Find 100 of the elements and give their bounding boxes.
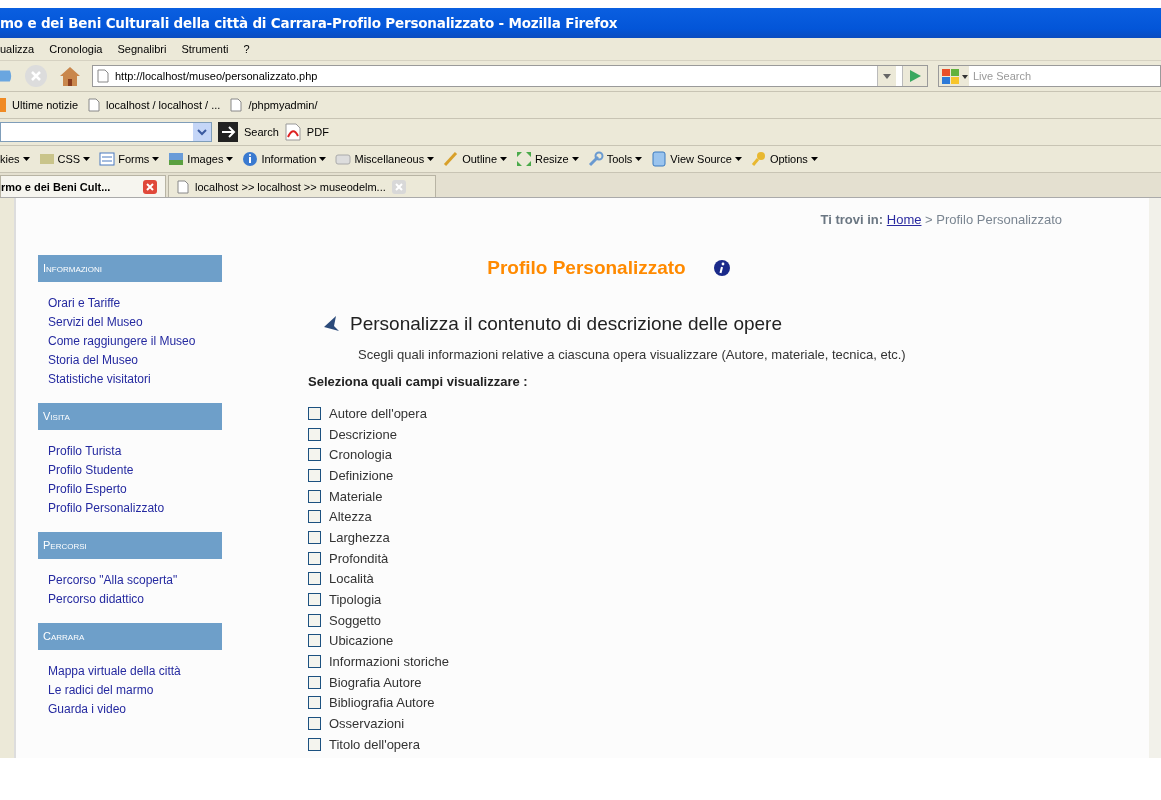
address-bar[interactable]: http://localhost/museo/personalizzato.php — [92, 65, 928, 87]
menu-item[interactable]: Segnalibri — [117, 43, 167, 55]
checkbox[interactable] — [308, 427, 321, 441]
close-icon[interactable] — [143, 179, 157, 194]
menu-item[interactable]: Strumenti — [181, 43, 229, 55]
menu-item[interactable]: ualizza — [0, 43, 35, 55]
caret-icon — [810, 157, 818, 161]
search-button[interactable]: Search — [244, 126, 279, 138]
tab[interactable]: rmo e dei Beni Cult... — [0, 175, 166, 197]
dropdown-icon[interactable] — [877, 66, 896, 86]
bookmark[interactable]: /phpmyadmin/ — [230, 98, 318, 112]
page-icon — [88, 98, 101, 112]
checkbox-label: Osservazioni — [329, 716, 405, 732]
checkbox-label: Definizione — [329, 467, 394, 483]
sidebar-heading: Percorsi — [38, 532, 222, 559]
checkbox[interactable] — [308, 551, 321, 565]
sidebar-link[interactable]: Percorso didattico — [48, 590, 222, 609]
bookmark[interactable]: Ultime notizie — [0, 98, 79, 112]
checkbox-label: Profondità — [329, 550, 389, 566]
caret-icon — [571, 157, 579, 161]
checkbox-label: Tipologia — [329, 592, 382, 608]
resize-icon — [516, 151, 533, 167]
sidebar-link[interactable]: Guarda i video — [48, 700, 222, 719]
caret-icon — [83, 157, 91, 161]
sidebar-heading: Carrara — [38, 623, 222, 650]
sidebar-link[interactable]: Storia del Museo — [48, 351, 222, 370]
key-icon — [750, 151, 767, 167]
checkbox[interactable] — [308, 613, 321, 627]
sidebar-link[interactable]: Profilo Turista — [48, 442, 222, 461]
checkbox[interactable] — [308, 489, 321, 503]
toolbar-menu[interactable]: Forms — [99, 151, 160, 167]
sidebar-link[interactable]: Profilo Esperto — [48, 480, 222, 499]
home-link[interactable]: Home — [886, 212, 922, 227]
description-text: Scegli quali informazioni relative a ciascuna opera visualizzare (Autore, materiale, tecnica, etc.) — [358, 347, 907, 362]
checkbox[interactable] — [308, 634, 321, 648]
checkbox[interactable] — [308, 737, 321, 751]
search-combo-field[interactable] — [0, 122, 212, 142]
tab[interactable]: localhost >> localhost >> museodelm... — [168, 175, 436, 197]
checkbox[interactable] — [308, 655, 321, 669]
checkbox-label: Autore dell'opera — [329, 405, 427, 421]
sidebar-heading: Visita — [38, 403, 222, 430]
checkbox[interactable] — [308, 593, 321, 607]
sidebar-link[interactable]: Mappa virtuale della città — [48, 662, 222, 681]
checkbox[interactable] — [308, 675, 321, 689]
sidebar-link[interactable]: Come raggiungere il Museo — [48, 332, 222, 351]
checkbox[interactable] — [308, 468, 321, 482]
page-title: Profilo Personalizzato — [487, 257, 686, 279]
sidebar-link[interactable]: Profilo Studente — [48, 461, 222, 480]
toolbar-menu[interactable]: Images — [168, 151, 234, 167]
pdf-icon[interactable] — [284, 123, 301, 141]
toolbar-menu[interactable]: Information — [242, 151, 327, 167]
checkbox-label: Altezza — [329, 509, 372, 525]
checkbox[interactable] — [308, 530, 321, 544]
checkbox-label: Materiale — [329, 488, 383, 504]
checkbox[interactable] — [308, 448, 321, 462]
sidebar-heading: Informazioni — [38, 255, 222, 282]
checkbox[interactable] — [308, 572, 321, 586]
toolbar-menu[interactable]: Resize — [516, 151, 579, 167]
checkbox[interactable] — [308, 406, 321, 420]
info-icon — [242, 151, 259, 167]
toolbar-menu[interactable]: Options — [750, 151, 818, 167]
checkbox-label: Larghezza — [329, 529, 390, 545]
toolbar-menu[interactable]: Miscellaneous — [335, 151, 435, 167]
sidebar-link[interactable]: Statistiche visitatori — [48, 370, 222, 389]
pointer-icon — [322, 314, 342, 334]
sidebar-link[interactable]: Profilo Personalizzato — [48, 499, 222, 518]
windows-logo-icon[interactable] — [939, 66, 969, 86]
checkbox[interactable] — [308, 696, 321, 710]
feed-icon — [0, 98, 6, 112]
sidebar-link[interactable]: Le radici del marmo — [48, 681, 222, 700]
toolbar-menu[interactable]: View Source — [651, 151, 742, 167]
menu-item[interactable]: ? — [243, 43, 250, 55]
home-icon[interactable] — [58, 64, 82, 88]
caret-icon — [152, 157, 160, 161]
menu-item[interactable]: Cronologia — [49, 43, 103, 55]
form-icon — [99, 151, 116, 167]
sidebar-link[interactable]: Orari e Tariffe — [48, 294, 222, 313]
image-icon — [168, 151, 185, 167]
checkbox-label: Descrizione — [329, 426, 397, 442]
pdf-button[interactable]: PDF — [306, 126, 329, 138]
bookmark[interactable]: localhost / localhost / ... — [88, 98, 221, 112]
checkbox[interactable] — [308, 510, 321, 524]
sidebar-link[interactable]: Percorso "Alla scoperta" — [48, 571, 222, 590]
toolbar-menu[interactable]: CSS — [38, 151, 91, 167]
checkbox[interactable] — [308, 717, 321, 731]
sidebar-link[interactable]: Servizi del Museo — [48, 313, 222, 332]
info-icon[interactable] — [713, 260, 730, 276]
toolbar-menu[interactable]: Tools — [587, 151, 643, 167]
fields-label: Seleziona quali campi visualizzare : — [308, 374, 529, 389]
checkbox-label: Cronologia — [329, 447, 392, 463]
dropdown-icon[interactable] — [193, 123, 211, 141]
breadcrumb: Ti trovi in: Home > Profilo Personalizzato — [820, 212, 1062, 227]
toolbar-menu[interactable]: kies — [0, 153, 30, 165]
checkbox-label: Informazioni storiche — [329, 654, 449, 670]
toolbar-menu[interactable]: Outline — [443, 151, 508, 167]
source-icon — [651, 151, 668, 167]
caret-icon — [635, 157, 643, 161]
brush-icon — [443, 151, 460, 167]
search-field[interactable]: Live Search — [938, 65, 1161, 87]
scrollbar[interactable] — [1149, 198, 1161, 758]
